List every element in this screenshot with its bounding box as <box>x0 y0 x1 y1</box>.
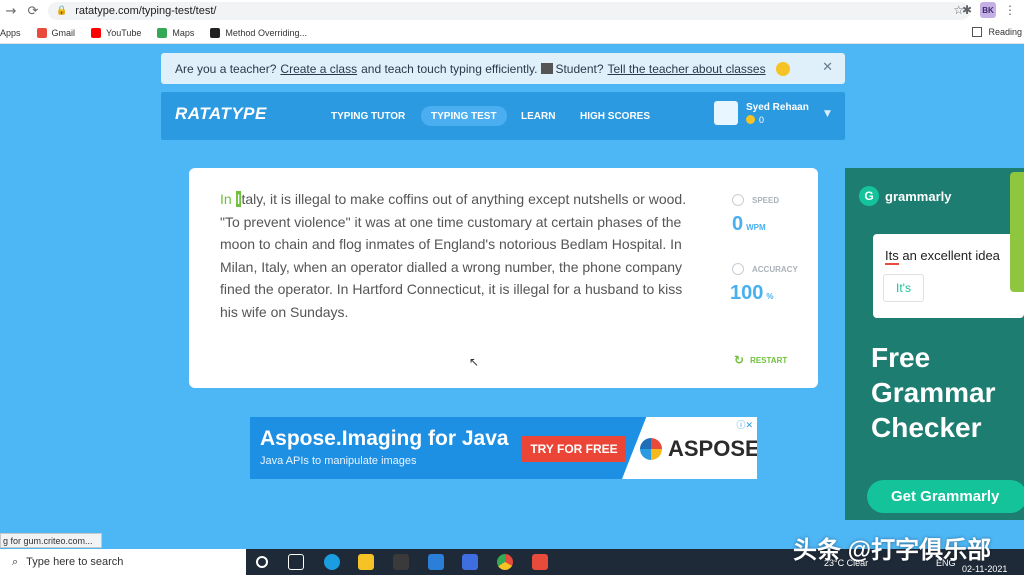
reload-icon[interactable]: ⟳ <box>22 0 44 22</box>
speed-value: 0 WPM <box>732 213 766 235</box>
test-passage[interactable]: In Italy, it is illegal to make coffins … <box>220 188 700 323</box>
tell-teacher-link[interactable]: Tell the teacher about classes <box>608 62 766 76</box>
grammarly-demo-card: Its an excellent idea It's <box>873 234 1024 318</box>
mail-icon[interactable] <box>428 554 444 570</box>
reading-list[interactable]: Reading <box>972 27 1022 37</box>
close-icon[interactable]: ✕ <box>822 60 833 75</box>
user-coins: 0 <box>746 115 809 125</box>
clock-date[interactable]: 02-11-2021 <box>962 564 1007 574</box>
ad-headline: Free Grammar Checker <box>871 342 996 443</box>
maps-icon <box>157 27 168 38</box>
get-grammarly-button[interactable]: Get Grammarly <box>867 480 1024 513</box>
menu-icon[interactable]: ⋮ <box>1004 3 1016 17</box>
restart-icon: ↻ <box>734 353 745 367</box>
store-icon[interactable] <box>393 554 409 570</box>
watermark: 头条 @打字俱乐部 <box>793 537 992 564</box>
emoji-icon <box>775 61 790 76</box>
remaining-text: taly, it is illegal to make coffins out … <box>220 191 687 320</box>
nav-high-scores[interactable]: HIGH SCORES <box>570 106 660 126</box>
user-menu[interactable]: Syed Rehaan 0 <box>714 101 809 125</box>
ad-title: Aspose.Imaging for Java <box>260 427 509 450</box>
user-name: Syed Rehaan <box>746 101 809 113</box>
ad-subtitle: Java APIs to manipulate images <box>260 455 417 467</box>
mouse-cursor-icon: ↖ <box>469 355 480 369</box>
chrome-icon[interactable] <box>497 554 513 570</box>
task-view-icon[interactable] <box>288 554 304 570</box>
extensions-icon[interactable]: ✱ <box>962 3 972 17</box>
bookmarks-bar: Apps Gmail YouTube Maps Method Overridin… <box>0 22 1024 44</box>
bookmark-maps[interactable]: Maps <box>157 27 194 38</box>
report-problem-tab[interactable] <box>1010 172 1024 292</box>
screen-recorder-icon[interactable] <box>532 554 548 570</box>
status-bar-url: g for gum.criteo.com... <box>0 533 102 548</box>
bookmark-youtube[interactable]: YouTube <box>91 27 141 38</box>
suggestion-chip: It's <box>883 274 924 302</box>
nav-typing-test[interactable]: TYPING TEST <box>421 106 507 126</box>
search-icon: ⌕ <box>12 555 19 568</box>
grammarly-logo: Ggrammarly <box>859 186 951 206</box>
user-avatar <box>714 101 738 125</box>
site-navbar: RATATYPE TYPING TUTOR TYPING TEST LEARN … <box>161 92 845 140</box>
ratatype-logo[interactable]: RATATYPE <box>175 104 267 124</box>
grammarly-icon: G <box>859 186 879 206</box>
url-text[interactable]: ratatype.com/typing-test/test/ <box>75 5 216 17</box>
grammarly-ad[interactable]: Ggrammarly Its an excellent idea It's Fr… <box>845 168 1024 520</box>
bookmark-method-overriding[interactable]: Method Overriding... <box>210 27 307 38</box>
lock-icon: 🔒 <box>56 6 68 16</box>
reading-list-icon <box>972 27 983 37</box>
browser-toolbar: → ⟳ 🔒 ratatype.com/typing-test/test/ ☆ ✱… <box>0 0 1024 22</box>
address-bar[interactable]: 🔒 ratatype.com/typing-test/test/ ☆ <box>48 2 970 20</box>
create-class-link[interactable]: Create a class <box>280 62 357 76</box>
coin-icon <box>746 115 755 124</box>
nav-typing-tutor[interactable]: TYPING TUTOR <box>321 106 415 126</box>
gmail-icon <box>36 27 47 38</box>
restart-button[interactable]: ↻ RESTART <box>734 353 787 367</box>
page-icon <box>210 27 221 38</box>
nav-learn[interactable]: LEARN <box>511 106 565 126</box>
try-for-free-button[interactable]: TRY FOR FREE <box>522 436 626 462</box>
teacher-notice: Are you a teacher? Create a class and te… <box>161 53 845 84</box>
bookmark-gmail[interactable]: Gmail <box>36 27 75 38</box>
typing-test-card[interactable]: In Italy, it is illegal to make coffins … <box>189 168 818 388</box>
chevron-down-icon[interactable]: ▼ <box>824 109 831 119</box>
chart-icon <box>541 63 554 74</box>
taskbar-search[interactable]: ⌕ Type here to search <box>0 549 246 575</box>
ad-close-icon[interactable]: ⓘ✕ <box>734 418 755 431</box>
app-icon[interactable] <box>462 554 478 570</box>
accuracy-value: 100% <box>730 282 774 304</box>
cortana-icon[interactable] <box>256 556 268 568</box>
speedometer-icon <box>732 194 744 206</box>
forward-icon[interactable]: → <box>0 0 22 22</box>
profile-avatar[interactable]: BK <box>980 2 996 18</box>
aspose-logo: ASPOSE <box>640 436 757 462</box>
typed-text: In <box>220 191 236 207</box>
speed-label: SPEED <box>732 194 779 206</box>
youtube-icon <box>91 27 102 38</box>
file-explorer-icon[interactable] <box>358 554 374 570</box>
aspose-ad-banner[interactable]: Aspose.Imaging for Java Java APIs to man… <box>250 417 757 479</box>
accuracy-label: ACCURACY <box>732 263 798 275</box>
bookmark-apps[interactable]: Apps <box>0 28 21 38</box>
edge-icon[interactable] <box>324 554 340 570</box>
target-icon <box>732 263 744 275</box>
aspose-icon <box>640 438 662 460</box>
